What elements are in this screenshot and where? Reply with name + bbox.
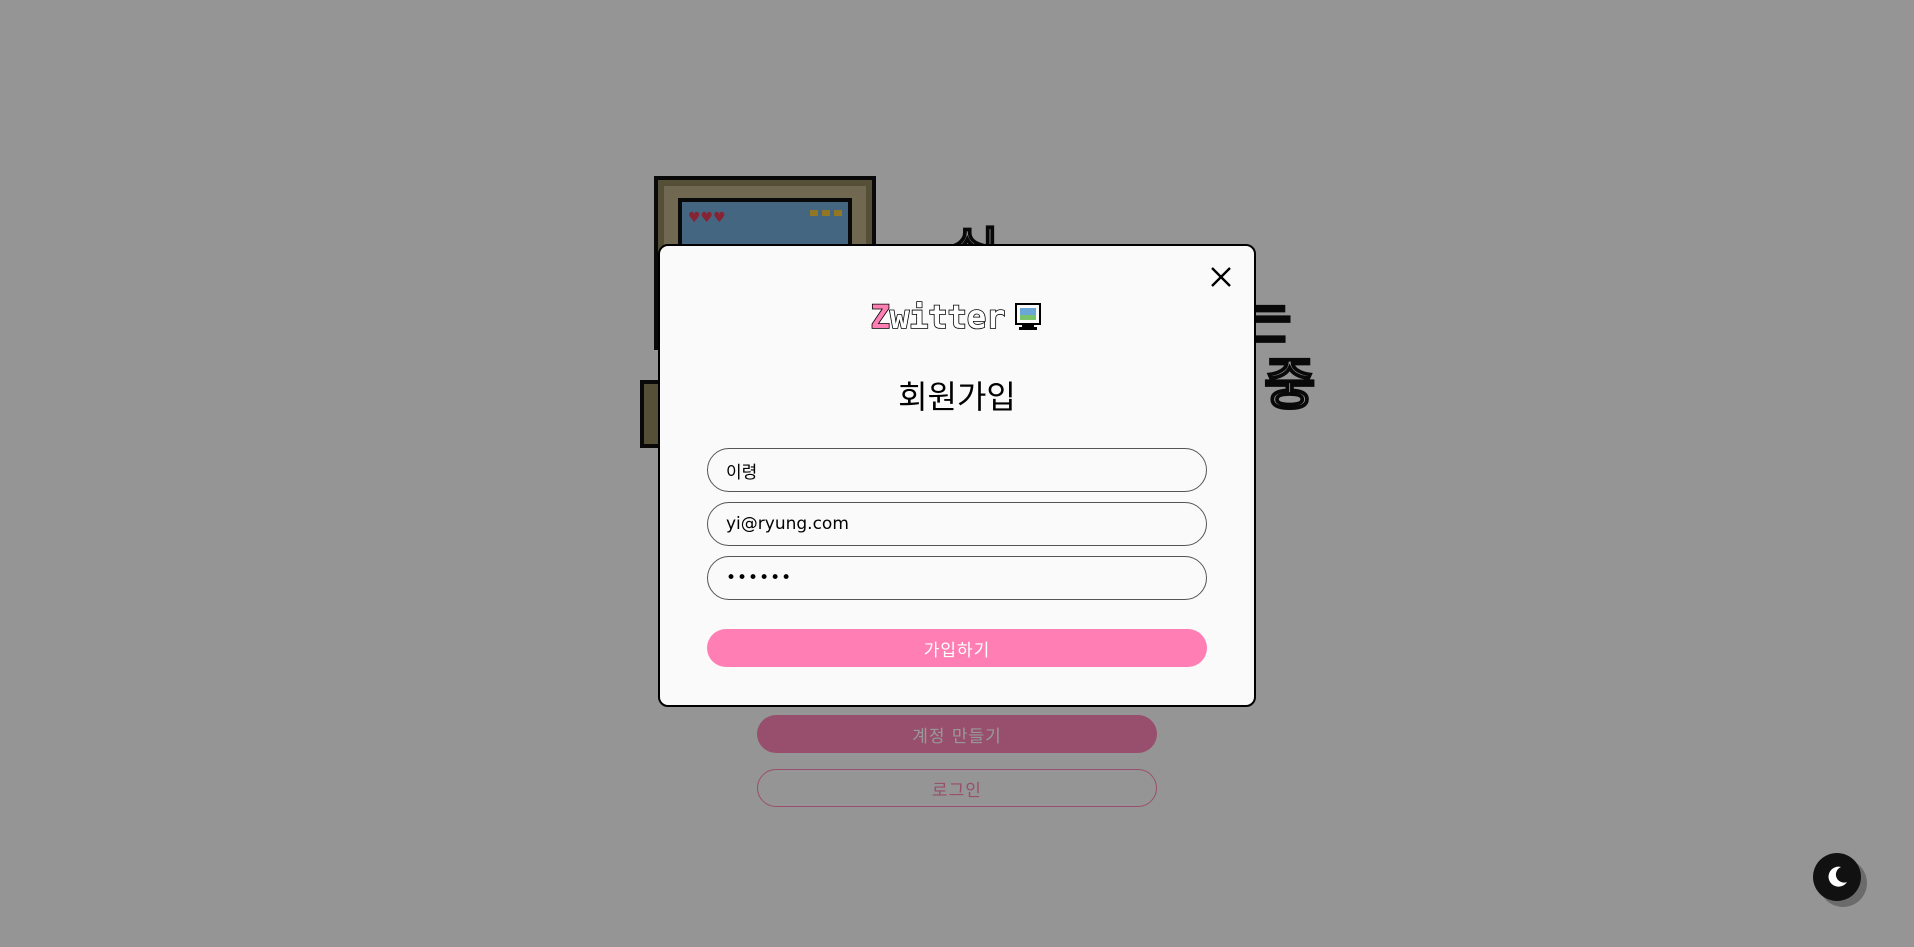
signup-modal: Zwitter 회원가입 가입하기 [658,244,1256,707]
modal-title: 회원가입 [898,378,1016,416]
signup-submit-button[interactable]: 가입하기 [707,629,1207,667]
computer-icon [1015,303,1042,330]
app-logo: Zwitter [660,297,1254,337]
logo-text: Zwitter [870,297,1006,337]
email-field[interactable] [707,502,1207,546]
close-icon [1211,267,1231,287]
moon-icon [1828,866,1847,887]
logo-z: Z [870,297,891,337]
logo-rest: witter [889,297,1006,337]
password-field[interactable] [707,556,1207,600]
close-button[interactable] [1208,264,1234,290]
name-field[interactable] [707,448,1207,492]
theme-toggle-button[interactable] [1813,853,1861,901]
